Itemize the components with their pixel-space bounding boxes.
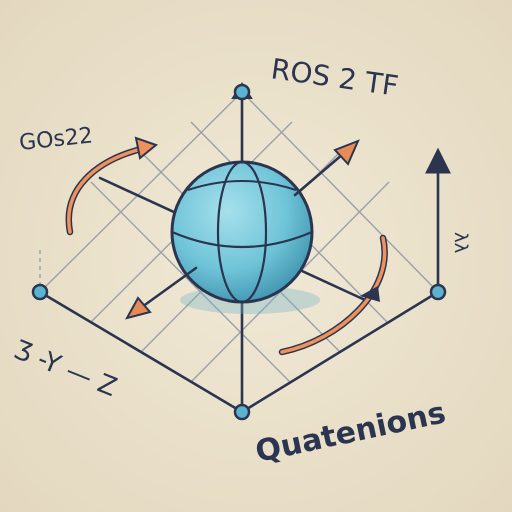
- globe-icon: [170, 160, 314, 304]
- right-axis-label: λλ: [450, 232, 471, 254]
- diagram-svg: ROS 2 TF GOs22 λλ Ʒ -Y — Z Quatenions: [0, 0, 512, 512]
- diagram-canvas: ROS 2 TF GOs22 λλ Ʒ -Y — Z Quatenions: [0, 0, 512, 512]
- node-right: [429, 283, 447, 301]
- node-bottom: [233, 403, 251, 421]
- node-top: [233, 83, 251, 101]
- node-left: [31, 283, 49, 301]
- sphere: [170, 160, 314, 304]
